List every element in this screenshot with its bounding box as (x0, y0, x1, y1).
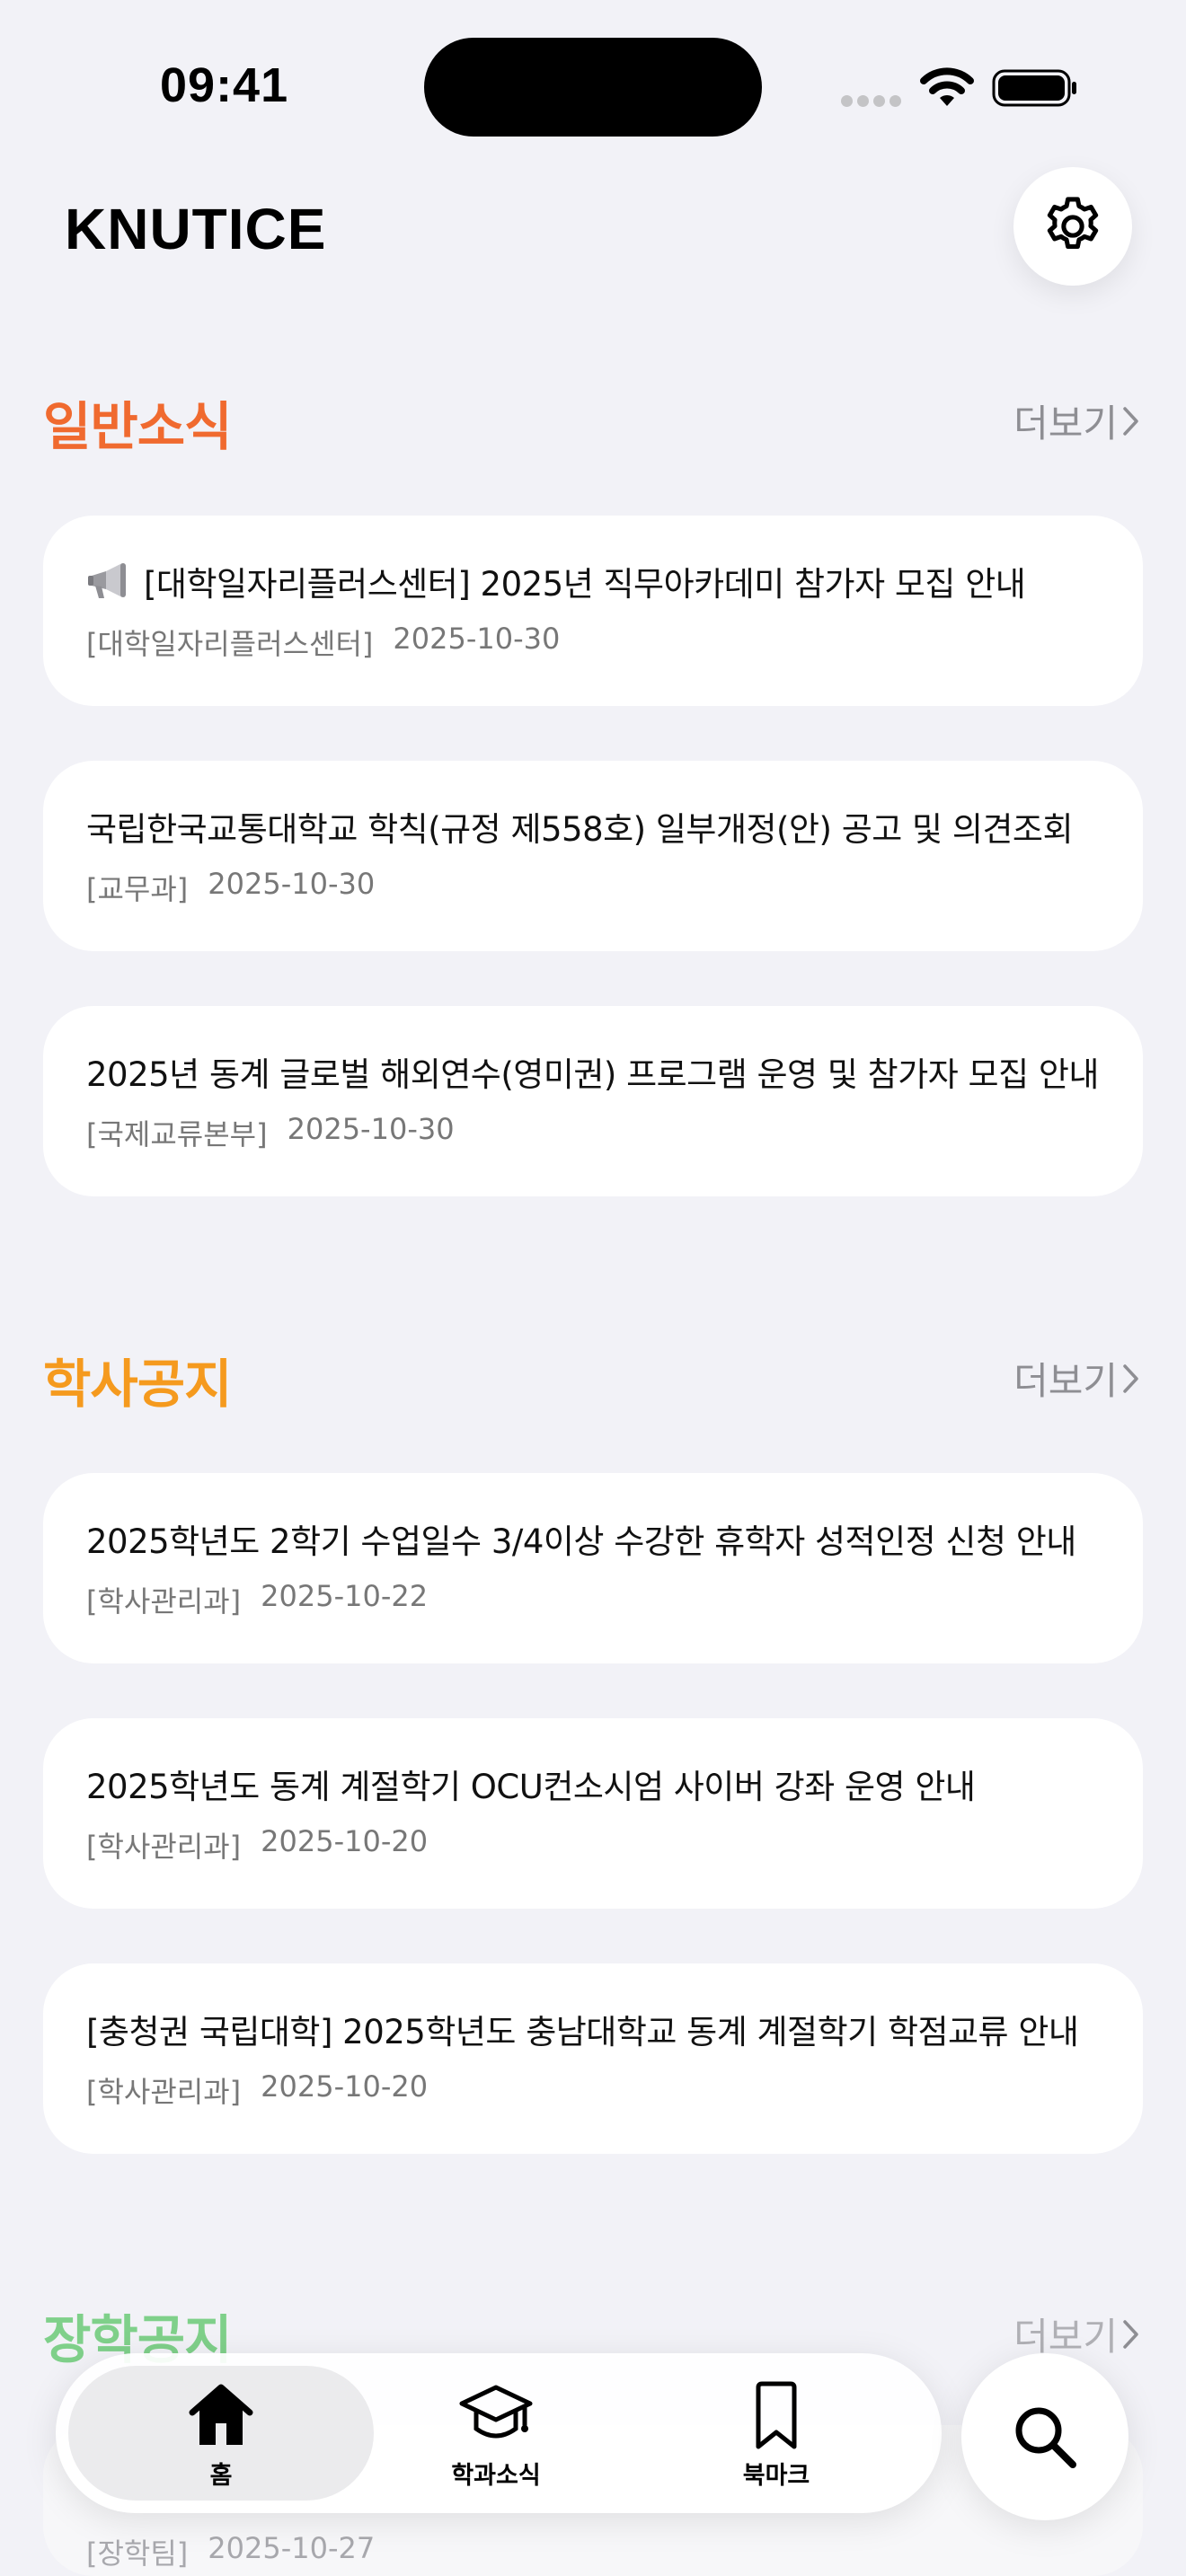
notice-date: 2025-10-30 (393, 622, 561, 656)
tab-label: 학과소식 (451, 2462, 541, 2490)
chevron-right-icon (1123, 406, 1138, 436)
notice-date: 2025-10-30 (208, 867, 376, 901)
chevron-right-icon (1123, 1363, 1138, 1393)
notice-card[interactable]: 2025년 동계 글로벌 해외연수(영미권) 프로그램 운영 및 참가자 모집 … (43, 1006, 1143, 1196)
status-time: 09:41 (160, 58, 289, 112)
notice-card[interactable]: 2025학년도 동계 계절학기 OCU컨소시엄 사이버 강좌 운영 안내 [학사… (43, 1718, 1143, 1909)
search-icon (1015, 2407, 1076, 2468)
notice-title: 2025학년도 2학기 수업일수 3/4이상 수강한 휴학자 성적인정 신청 안… (86, 1522, 1076, 1561)
more-button-general[interactable]: 더보기 (1013, 393, 1141, 448)
battery-icon (992, 69, 1076, 107)
dynamic-island (424, 38, 762, 137)
status-bar: 09:41 (0, 0, 1186, 171)
notice-title: 국립한국교통대학교 학칙(규정 제558호) 일부개정(안) 공고 및 의견조회 (86, 810, 1074, 849)
bookmark-icon (756, 2381, 797, 2449)
notice-card[interactable]: 국립한국교통대학교 학칙(규정 제558호) 일부개정(안) 공고 및 의견조회… (43, 761, 1143, 951)
notice-department: [학사관리과] (86, 1584, 242, 1619)
graduation-cap-icon (459, 2385, 533, 2439)
tab-bar: 홈 학과소식 북마크 (56, 2353, 942, 2513)
section-title-academic: 학사공지 (43, 1354, 232, 1415)
notice-card[interactable]: 2025학년도 2학기 수업일수 3/4이상 수강한 휴학자 성적인정 신청 안… (43, 1473, 1143, 1663)
more-button-academic[interactable]: 더보기 (1013, 1351, 1141, 1406)
tab-label: 북마크 (742, 2462, 810, 2490)
notice-title: 2025년 동계 글로벌 해외연수(영미권) 프로그램 운영 및 참가자 모집 … (86, 1055, 1099, 1094)
chevron-right-icon (1123, 2319, 1138, 2349)
app-title: KNUTICE (65, 197, 327, 261)
tab-department-news[interactable]: 학과소식 (406, 2378, 586, 2495)
notice-department: [장학팀] (86, 2536, 189, 2571)
more-label: 더보기 (1013, 1359, 1118, 1403)
notice-date: 2025-10-27 (208, 2531, 376, 2565)
notice-department: [학사관리과] (86, 1830, 242, 1864)
more-label: 더보기 (1013, 401, 1118, 446)
notice-department: [국제교류본부] (86, 1117, 268, 1151)
notice-date: 2025-10-30 (287, 1112, 455, 1146)
more-label: 더보기 (1013, 2315, 1118, 2359)
notice-title: [충청권 국립대학] 2025학년도 충남대학교 동계 계절학기 학점교류 안내 (86, 2013, 1079, 2051)
notice-department: [대학일자리플러스센터] (86, 627, 374, 661)
tab-label: 홈 (209, 2462, 233, 2490)
notice-card[interactable]: [대학일자리플러스센터] 2025년 직무아카데미 참가자 모집 안내 [대학일… (43, 516, 1143, 706)
home-icon (189, 2384, 253, 2445)
more-button-scholarship[interactable]: 더보기 (1013, 2307, 1141, 2361)
notice-date: 2025-10-20 (261, 2069, 429, 2104)
search-button[interactable] (961, 2353, 1128, 2520)
gear-icon (1047, 197, 1099, 250)
tab-home[interactable]: 홈 (131, 2378, 311, 2495)
cellular-signal-icon (841, 95, 902, 108)
wifi-icon (920, 67, 974, 106)
section-title-general: 일반소식 (43, 396, 232, 457)
notice-title: 2025학년도 동계 계절학기 OCU컨소시엄 사이버 강좌 운영 안내 (86, 1768, 976, 1806)
megaphone-icon (88, 563, 126, 598)
notice-date: 2025-10-20 (261, 1824, 429, 1858)
notice-card[interactable]: [충청권 국립대학] 2025학년도 충남대학교 동계 계절학기 학점교류 안내… (43, 1963, 1143, 2154)
notice-date: 2025-10-22 (261, 1579, 429, 1613)
notice-department: [교무과] (86, 872, 189, 906)
tab-bookmark[interactable]: 북마크 (686, 2378, 866, 2495)
notice-title: [대학일자리플러스센터] 2025년 직무아카데미 참가자 모집 안내 (144, 565, 1026, 604)
settings-button[interactable] (1013, 167, 1132, 286)
notice-department: [학사관리과] (86, 2075, 242, 2109)
